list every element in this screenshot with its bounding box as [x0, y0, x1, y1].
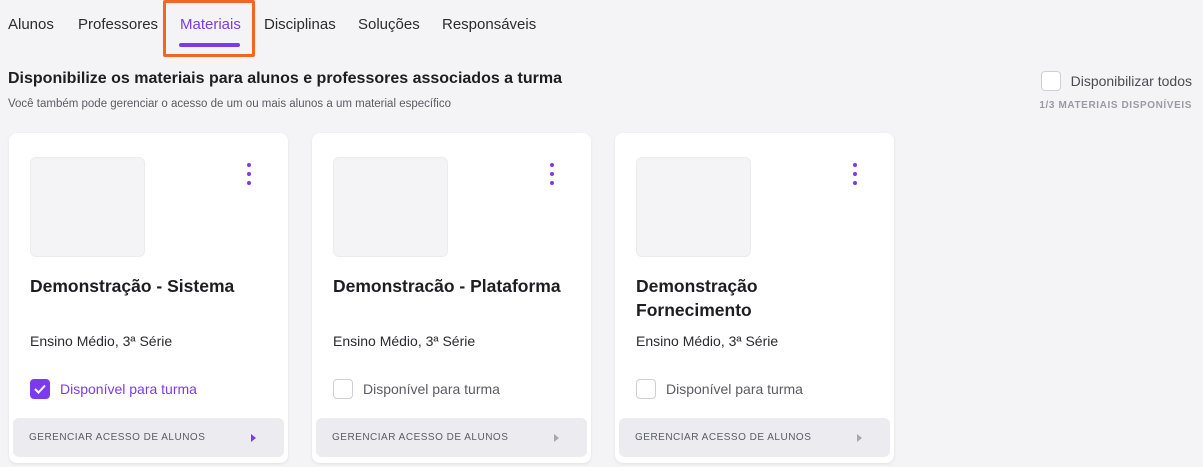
- material-title: Demonstração Fornecimento: [636, 276, 758, 320]
- tab-professores[interactable]: Professores: [78, 16, 158, 33]
- manage-student-access-button[interactable]: GERENCIAR ACESSO DE ALUNOS: [13, 418, 284, 457]
- kebab-menu-icon[interactable]: [240, 161, 258, 187]
- kebab-menu-icon[interactable]: [543, 161, 561, 187]
- highlight-annotation: [163, 0, 255, 57]
- tab-responsaveis[interactable]: Responsáveis: [442, 16, 536, 33]
- material-title: Demonstração - Sistema: [30, 276, 235, 296]
- material-title: Demonstracão - Plataforma: [333, 276, 561, 296]
- tab-disciplinas[interactable]: Disciplinas: [264, 16, 336, 33]
- material-grade: Ensino Médio, 3ª Série: [333, 333, 476, 349]
- kebab-menu-icon[interactable]: [846, 161, 864, 187]
- material-thumbnail: [30, 157, 145, 257]
- checkbox-unchecked[interactable]: [636, 379, 656, 399]
- check-icon: [34, 384, 46, 394]
- manage-access-label: GERENCIAR ACESSO DE ALUNOS: [29, 432, 206, 443]
- checkbox-unchecked[interactable]: [333, 379, 353, 399]
- tab-bar: Alunos Professores Materiais Disciplinas…: [0, 0, 1203, 57]
- toggle-all-materials[interactable]: Disponibilizar todos: [1040, 71, 1192, 91]
- available-label: Disponível para turma: [666, 381, 803, 397]
- manage-student-access-button[interactable]: GERENCIAR ACESSO DE ALUNOS: [619, 418, 890, 457]
- caret-right-icon: [857, 433, 862, 442]
- caret-right-icon: [251, 433, 256, 442]
- page-subtitle: Você também pode gerenciar o acesso de u…: [8, 98, 451, 110]
- available-count: 1/3 MATERIAIS DISPONÍVEIS: [1039, 100, 1192, 111]
- toggle-all-label: Disponibilizar todos: [1070, 73, 1192, 89]
- tab-alunos[interactable]: Alunos: [8, 16, 54, 33]
- available-toggle[interactable]: Disponível para turma: [333, 379, 500, 399]
- manage-student-access-button[interactable]: GERENCIAR ACESSO DE ALUNOS: [316, 418, 587, 457]
- available-label: Disponível para turma: [363, 381, 500, 397]
- material-thumbnail: [333, 157, 448, 257]
- material-grade: Ensino Médio, 3ª Série: [30, 333, 173, 349]
- tab-solucoes[interactable]: Soluções: [358, 16, 420, 33]
- material-card: Demonstração - Sistema Ensino Médio, 3ª …: [9, 133, 288, 463]
- material-card: Demonstração Fornecimento Ensino Médio, …: [615, 133, 894, 463]
- toggle-all-checkbox[interactable]: [1040, 71, 1061, 91]
- material-grade: Ensino Médio, 3ª Série: [636, 333, 779, 349]
- available-label: Disponível para turma: [60, 381, 197, 397]
- available-toggle[interactable]: Disponível para turma: [30, 379, 197, 399]
- caret-right-icon: [554, 433, 559, 442]
- material-card: Demonstracão - Plataforma Ensino Médio, …: [312, 133, 591, 463]
- material-thumbnail: [636, 157, 751, 257]
- manage-access-label: GERENCIAR ACESSO DE ALUNOS: [635, 432, 812, 443]
- manage-access-label: GERENCIAR ACESSO DE ALUNOS: [332, 432, 509, 443]
- page-title: Disponibilize os materiais para alunos e…: [8, 70, 562, 87]
- available-toggle[interactable]: Disponível para turma: [636, 379, 803, 399]
- checkbox-checked[interactable]: [30, 379, 50, 399]
